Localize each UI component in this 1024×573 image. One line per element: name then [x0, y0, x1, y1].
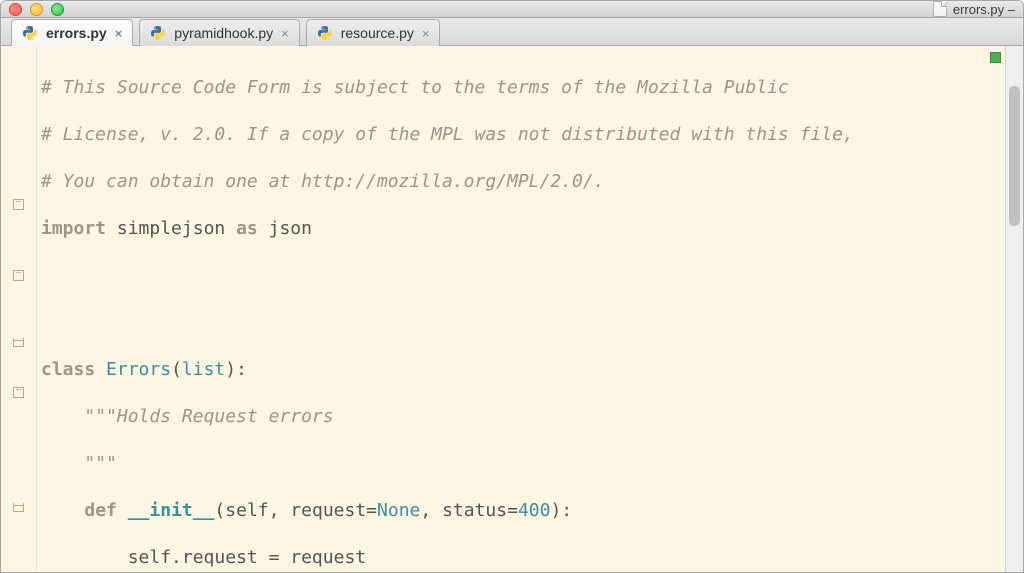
param: status — [442, 500, 507, 521]
tab-pyramidhook[interactable]: pyramidhook.py × — [139, 19, 299, 46]
close-tab-icon[interactable]: × — [422, 26, 430, 41]
fold-toggle-icon[interactable] — [13, 387, 24, 398]
title-text: errors.py – — [953, 2, 1015, 17]
close-tab-icon[interactable]: × — [281, 26, 289, 41]
window-controls — [9, 3, 64, 16]
status-indicator-icon — [990, 52, 1001, 63]
fold-end-icon — [13, 503, 24, 512]
code-comment: # This Source Code Form is subject to th… — [41, 77, 789, 98]
tab-errors[interactable]: errors.py × — [11, 19, 133, 46]
tab-resource[interactable]: resource.py × — [306, 19, 441, 46]
kw-import: import — [41, 218, 106, 239]
close-window-button[interactable] — [9, 3, 22, 16]
fold-end-icon — [13, 338, 24, 347]
kw-as: as — [236, 218, 258, 239]
fold-toggle-icon[interactable] — [13, 199, 24, 210]
titlebar: errors.py – — [1, 1, 1023, 18]
docstring: """Holds Request errors — [84, 406, 333, 427]
number-literal: 400 — [518, 500, 551, 521]
gutter[interactable] — [1, 46, 37, 573]
tab-label: pyramidhook.py — [174, 25, 273, 41]
tab-label: resource.py — [341, 25, 414, 41]
code-comment: # You can obtain one at http://mozilla.o… — [41, 171, 605, 192]
kw-class: class — [41, 359, 95, 380]
module-name: simplejson — [117, 218, 225, 239]
document-icon — [933, 1, 947, 17]
kw-def: def — [84, 500, 117, 521]
minimize-window-button[interactable] — [30, 3, 43, 16]
fold-toggle-icon[interactable] — [13, 270, 24, 281]
none-literal: None — [377, 500, 420, 521]
zoom-window-button[interactable] — [51, 3, 64, 16]
code-editor[interactable]: # This Source Code Form is subject to th… — [37, 46, 1005, 573]
docstring: """ — [84, 453, 117, 474]
tab-label: errors.py — [46, 25, 107, 41]
stmt: self.request = request — [128, 547, 366, 568]
param: request — [290, 500, 366, 521]
param: self — [225, 500, 268, 521]
alias-name: json — [269, 218, 312, 239]
class-name: Errors — [106, 359, 171, 380]
python-file-icon — [150, 25, 166, 41]
close-tab-icon[interactable]: × — [115, 26, 123, 41]
python-file-icon — [22, 25, 38, 41]
tab-bar: errors.py × pyramidhook.py × resource.py… — [1, 18, 1023, 46]
titlebar-filename: errors.py – — [933, 1, 1015, 17]
python-file-icon — [317, 25, 333, 41]
vertical-scrollbar[interactable] — [1005, 46, 1023, 573]
editor-area: # This Source Code Form is subject to th… — [1, 46, 1023, 573]
base-class: list — [182, 359, 225, 380]
method-name: __init__ — [128, 500, 215, 521]
ide-window: errors.py – errors.py × pyramidhook.py ×… — [0, 0, 1024, 573]
code-comment: # License, v. 2.0. If a copy of the MPL … — [41, 124, 854, 145]
scrollbar-thumb[interactable] — [1009, 86, 1020, 226]
